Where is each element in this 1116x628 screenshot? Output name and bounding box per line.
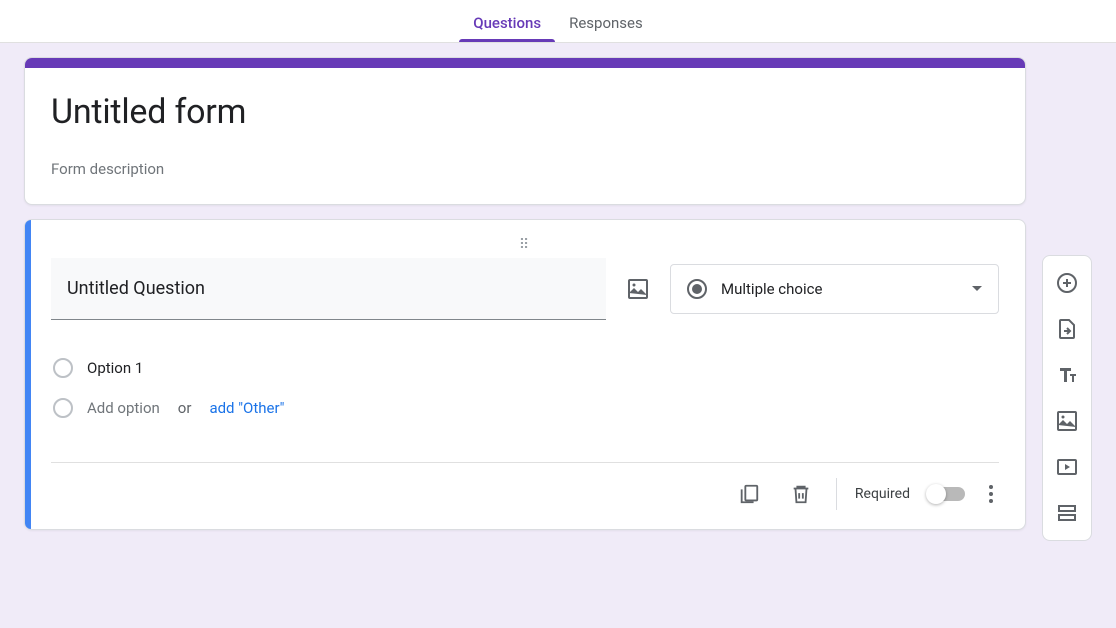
required-label: Required xyxy=(855,486,910,502)
question-row: Multiple choice xyxy=(51,258,999,320)
chevron-down-icon xyxy=(972,286,982,292)
form-column: Untitled form Form description ⠿ Multipl… xyxy=(24,57,1026,530)
question-footer: Required xyxy=(51,462,999,511)
main-content: Untitled form Form description ⠿ Multipl… xyxy=(0,43,1116,561)
question-title-input[interactable] xyxy=(51,258,606,320)
add-video-button[interactable] xyxy=(1049,448,1085,486)
radio-icon xyxy=(687,279,707,299)
option-row[interactable]: Option 1 xyxy=(51,348,999,388)
tab-responses[interactable]: Responses xyxy=(555,14,657,42)
form-title-input[interactable]: Untitled form xyxy=(51,92,999,132)
add-title-button[interactable] xyxy=(1049,356,1085,394)
tab-questions[interactable]: Questions xyxy=(459,14,555,42)
add-option-row: Add option or add "Other" xyxy=(51,388,999,428)
form-description-input[interactable]: Form description xyxy=(51,160,999,178)
add-section-button[interactable] xyxy=(1049,494,1085,532)
radio-empty-icon xyxy=(53,398,73,418)
form-header-card: Untitled form Form description xyxy=(24,57,1026,205)
duplicate-button[interactable] xyxy=(732,477,766,511)
divider xyxy=(836,478,837,510)
or-text: or xyxy=(178,399,192,417)
option-label[interactable]: Option 1 xyxy=(87,359,143,377)
add-question-button[interactable] xyxy=(1049,264,1085,302)
import-questions-button[interactable] xyxy=(1049,310,1085,348)
required-toggle[interactable] xyxy=(928,487,965,501)
add-image-button[interactable] xyxy=(1049,402,1085,440)
question-type-select[interactable]: Multiple choice xyxy=(670,264,999,314)
question-card: ⠿ Multiple choice Option 1 Ad xyxy=(24,219,1026,530)
delete-button[interactable] xyxy=(784,477,818,511)
tabs-bar: Questions Responses xyxy=(0,0,1116,43)
more-options-button[interactable] xyxy=(983,479,999,509)
add-image-icon[interactable] xyxy=(626,277,650,301)
radio-empty-icon xyxy=(53,358,73,378)
add-option-button[interactable]: Add option xyxy=(87,399,160,417)
add-other-button[interactable]: add "Other" xyxy=(209,399,284,417)
drag-handle-icon[interactable]: ⠿ xyxy=(51,240,999,250)
question-type-label: Multiple choice xyxy=(721,280,822,298)
side-toolbar xyxy=(1042,255,1092,541)
header-accent-bar xyxy=(25,58,1025,68)
